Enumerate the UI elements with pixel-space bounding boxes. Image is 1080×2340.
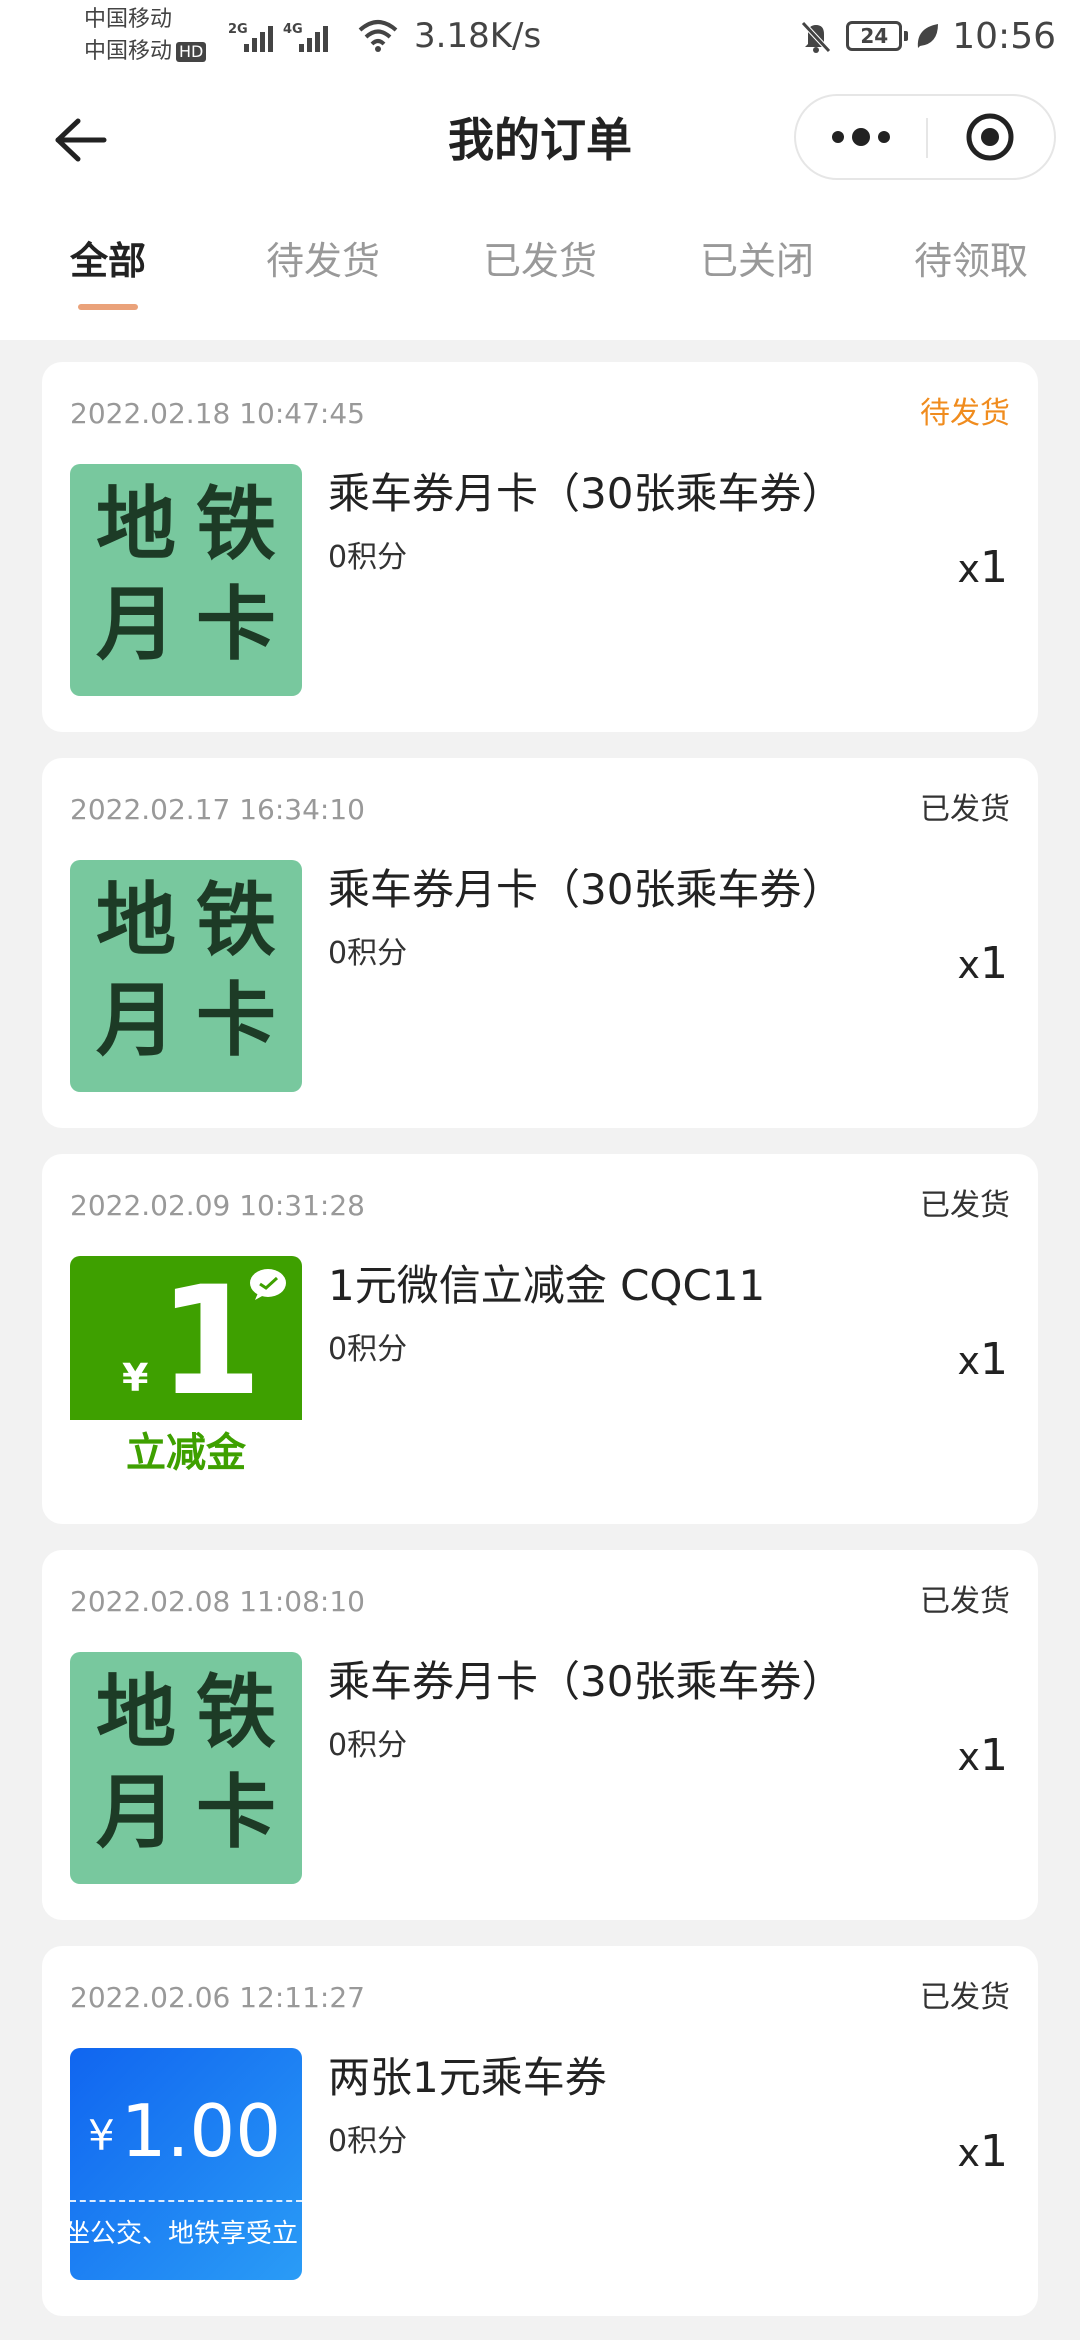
product-points: 0积分 [328,1728,408,1763]
yen-symbol: ¥ [88,2111,115,2160]
product-thumbnail: 地 铁 月 卡 [70,860,302,1092]
product-quantity: x1 [958,936,1009,993]
product-name: 乘车券月卡（30张乘车券） [328,865,844,914]
thumb-char: 铁 [196,874,276,967]
thumb-char: 地 [96,478,176,571]
status-bar: 中国移动 中国移动 HD 2G 4G 3.18K/s 24 10:56 [0,0,1080,80]
network-type-2: 4G [283,22,303,37]
tab-pending[interactable]: 待发货 [266,236,380,286]
order-tabs: 全部 待发货 已发货 已关闭 待领取 [0,200,1080,340]
order-date: 2022.02.08 11:08:10 [70,1585,365,1618]
signal-icons: 2G 4G [228,16,328,52]
more-dots-icon[interactable] [796,96,926,178]
network-speed: 3.18K/s [414,16,542,56]
thumb-char: 地 [96,874,176,967]
thumb-char: 地 [96,1666,176,1759]
product-name: 乘车券月卡（30张乘车券） [328,1657,844,1706]
network-type-1: 2G [228,22,248,37]
target-circle-icon[interactable] [928,96,1054,178]
yen-symbol: ¥ [122,1356,149,1400]
order-status: 已发货 [920,792,1010,827]
product-name: 两张1元乘车券 [328,2053,607,2102]
qty-prefix: x [957,943,981,987]
order-status: 待发货 [920,396,1010,431]
nav-header: 我的订单 [0,80,1080,200]
qty-prefix: x [957,1339,981,1383]
product-points: 0积分 [328,540,408,575]
carrier-1: 中国移动 [84,7,173,32]
thumb-char: 卡 [196,1766,276,1859]
product-thumbnail: ¥ 1 立减金 [70,1256,302,1488]
signal-icon: 2G [228,22,273,52]
order-card[interactable]: 2022.02.06 12:11:27 已发货 ¥1.00 坐公交、地铁享受立 … [42,1946,1038,2316]
clock: 10:56 [952,15,1056,57]
miniapp-capsule [794,94,1056,180]
thumb-char: 卡 [196,578,276,671]
active-tab-indicator [78,304,138,310]
product-points: 0积分 [328,2124,408,2159]
order-card[interactable]: 2022.02.08 11:08:10 已发货 地 铁 月 卡 乘车券月卡（30… [42,1550,1038,1920]
order-status: 已发货 [920,1188,1010,1223]
qty-prefix: x [957,1735,981,1779]
order-card[interactable]: 2022.02.17 16:34:10 已发货 地 铁 月 卡 乘车券月卡（30… [42,758,1038,1128]
product-thumbnail: ¥1.00 坐公交、地铁享受立 [70,2048,302,2280]
tab-closed[interactable]: 已关闭 [700,236,814,286]
signal-icon: 4G [283,22,328,52]
qty-value: 1 [980,938,1008,989]
thumb-char: 月 [96,1766,176,1859]
product-quantity: x1 [958,540,1009,597]
product-quantity: x1 [958,2124,1009,2181]
product-name: 乘车券月卡（30张乘车券） [328,469,844,518]
order-date: 2022.02.06 12:11:27 [70,1981,365,2014]
qty-prefix: x [957,2131,981,2175]
product-thumbnail: 地 铁 月 卡 [70,464,302,696]
thumb-char: 月 [96,974,176,1067]
thumb-amount: 1 [158,1256,263,1429]
product-quantity: x1 [958,1332,1009,1389]
mute-bell-icon [801,21,832,53]
product-points: 0积分 [328,936,408,971]
order-card[interactable]: 2022.02.18 10:47:45 待发货 地 铁 月 卡 乘车券月卡（30… [42,362,1038,732]
product-quantity: x1 [958,1728,1009,1785]
battery-icon: 24 [846,21,909,51]
qty-value: 1 [980,542,1008,593]
order-status: 已发货 [920,1980,1010,2015]
thumb-char: 铁 [196,1666,276,1759]
wechat-icon [250,1269,286,1300]
dashed-divider [70,2200,302,2202]
thumb-subtitle: 坐公交、地铁享受立 [70,2219,299,2249]
order-date: 2022.02.17 16:34:10 [70,793,365,826]
order-date: 2022.02.18 10:47:45 [70,397,365,430]
leaf-icon [918,24,939,48]
order-status: 已发货 [920,1584,1010,1619]
thumb-amount-value: 1.00 [120,2089,282,2173]
carrier-2: 中国移动 [84,39,173,64]
qty-value: 1 [980,2126,1008,2177]
thumb-label: 立减金 [126,1430,246,1476]
qty-value: 1 [980,1334,1008,1385]
qty-prefix: x [957,547,981,591]
qty-value: 1 [980,1730,1008,1781]
tab-shipped[interactable]: 已发货 [483,236,597,286]
product-thumbnail: 地 铁 月 卡 [70,1652,302,1884]
thumb-char: 月 [96,578,176,671]
thumb-char: 卡 [196,974,276,1067]
product-name: 1元微信立减金 CQC11 [328,1261,766,1310]
tab-all[interactable]: 全部 [70,236,146,286]
thumb-char: 铁 [196,478,276,571]
order-date: 2022.02.09 10:31:28 [70,1189,365,1222]
order-card[interactable]: 2022.02.09 10:31:28 已发货 ¥ 1 立减金 1元微信立减金 … [42,1154,1038,1524]
carrier-info: 中国移动 中国移动 HD [84,4,207,68]
thumb-amount: ¥1.00 [88,2086,281,2181]
hd-badge: HD [176,42,207,62]
product-points: 0积分 [328,1332,408,1367]
tab-to-claim[interactable]: 待领取 [914,236,1028,286]
wifi-icon [358,20,398,52]
